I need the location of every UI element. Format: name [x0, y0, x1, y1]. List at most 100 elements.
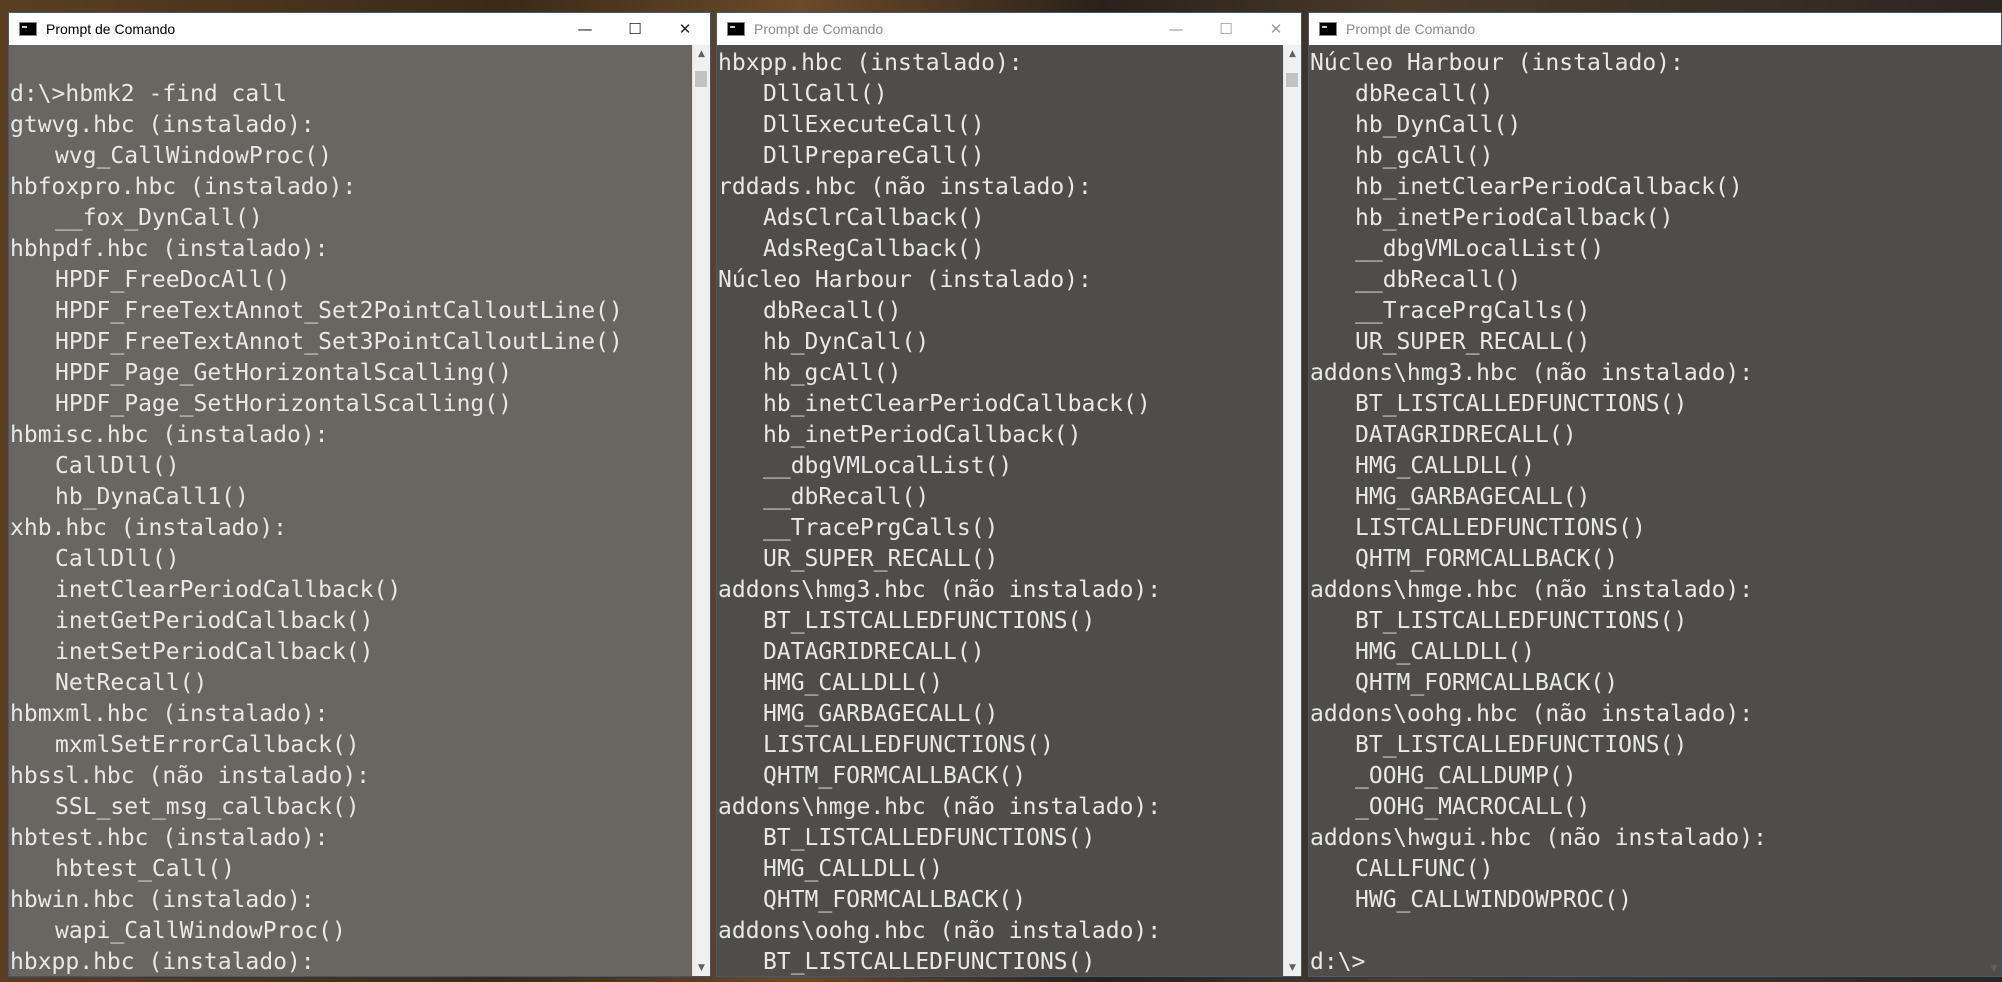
console-entry-function: hb_gcAll()	[1355, 143, 1494, 169]
window-title: Prompt de Comando	[46, 21, 176, 37]
console-entry-function: LISTCALLEDFUNCTIONS()	[1355, 515, 1646, 541]
console-lines: d:\>hbmk2 -find call gtwvg.hbc (instalado…	[9, 45, 693, 976]
console-output[interactable]: hbxpp.hbc (instalado): DllCall() DllExecut…	[717, 45, 1284, 976]
console-entry-header: hbssl.hbc (não instalado):	[10, 763, 371, 789]
scroll-down-arrow-icon[interactable]: ▼	[693, 959, 710, 976]
minimize-button[interactable]: —	[560, 13, 610, 45]
console-entry-header: addons\hwgui.hbc (não instalado):	[1310, 825, 1767, 851]
console-entry-function: HMG_GARBAGECALL()	[1355, 484, 1591, 510]
console-entry-header: hbmxml.hbc (instalado):	[10, 701, 329, 727]
console-entry-header: d:\>	[1310, 949, 1366, 975]
console-entry-function: UR_SUPER_RECALL()	[1355, 329, 1591, 355]
scroll-up-arrow-icon[interactable]: ▲	[1284, 45, 1301, 62]
scrollbar-thumb[interactable]	[695, 71, 707, 87]
console-entry-header: addons\oohg.hbc (não instalado):	[718, 918, 1162, 944]
vertical-scrollbar[interactable]: ▲ ▼	[692, 45, 710, 976]
console-output[interactable]: d:\>hbmk2 -find call gtwvg.hbc (instalado…	[9, 45, 693, 976]
console-entry-function: __dbRecall()	[763, 484, 930, 510]
console-entry-header: d:\>hbmk2 -find call	[10, 81, 287, 107]
console-entry-function: __dbgVMLocalList()	[1355, 236, 1605, 262]
command-prompt-window-2[interactable]: Prompt de Comando — ☐ ✕ hbxpp.hbc (insta…	[716, 12, 1302, 977]
console-entry-function: hb_inetPeriodCallback()	[763, 422, 1082, 448]
console-entry-function: __dbRecall()	[1355, 267, 1522, 293]
scroll-down-arrow-icon[interactable]: ▼	[1987, 962, 2001, 976]
console-app-icon[interactable]	[727, 22, 745, 36]
close-button[interactable]: ✕	[1251, 13, 1301, 45]
console-entry-function: HMG_GARBAGECALL()	[763, 701, 999, 727]
console-entry-function: CallDll()	[55, 453, 180, 479]
console-entry-header: hbxpp.hbc (instalado):	[718, 50, 1023, 76]
minimize-icon: —	[1168, 20, 1184, 38]
console-entry-header: addons\hmg3.hbc (não instalado):	[1310, 360, 1754, 386]
console-output[interactable]: Núcleo Harbour (instalado): dbRecall() hb_…	[1309, 45, 2001, 976]
console-entry-function: HWG_CALLWINDOWPROC()	[1355, 887, 1632, 913]
vertical-scrollbar[interactable]: ▲ ▼	[1283, 45, 1301, 976]
console-entry-header: Núcleo Harbour (instalado):	[1310, 50, 1684, 76]
console-entry-header: addons\hmge.hbc (não instalado):	[718, 794, 1162, 820]
scrollbar-thumb[interactable]	[1286, 73, 1298, 87]
console-entry-function: BT_LISTCALLEDFUNCTIONS()	[763, 825, 1096, 851]
scroll-up-arrow-icon[interactable]: ▲	[693, 45, 710, 62]
console-entry-header: hbtest.hbc (instalado):	[10, 825, 329, 851]
close-icon: ✕	[678, 20, 692, 38]
close-icon: ✕	[1269, 20, 1283, 38]
console-entry-header	[10, 48, 693, 79]
console-entry-function: hb_inetPeriodCallback()	[1355, 205, 1674, 231]
console-entry-function: _OOHG_MACROCALL()	[1355, 794, 1591, 820]
title-bar[interactable]: Prompt de Comando — ☐ ✕	[717, 13, 1301, 45]
console-entry-function: BT_LISTCALLEDFUNCTIONS()	[1355, 608, 1688, 634]
console-entry-function: __TracePrgCalls()	[763, 515, 999, 541]
console-entry-function: HMG_CALLDLL()	[763, 856, 944, 882]
minimize-icon: —	[577, 20, 593, 38]
console-entry-function: DllPrepareCall()	[763, 143, 985, 169]
console-entry-header: hbhpdf.hbc (instalado):	[10, 236, 329, 262]
console-entry-function: _OOHG_CALLDUMP()	[1355, 763, 1577, 789]
title-bar[interactable]: Prompt de Comando	[1309, 13, 2001, 45]
console-entry-function: inetClearPeriodCallback()	[55, 577, 402, 603]
console-entry-function: HMG_CALLDLL()	[1355, 639, 1536, 665]
console-entry-function: CALLFUNC()	[1355, 856, 1494, 882]
console-entry-function: wvg_CallWindowProc()	[55, 143, 332, 169]
console-entry-function: hb_DynCall()	[1355, 112, 1522, 138]
console-entry-function: AdsClrCallback()	[763, 205, 985, 231]
window-title: Prompt de Comando	[754, 21, 884, 37]
maximize-icon: ☐	[1219, 20, 1233, 38]
console-entry-function: DllExecuteCall()	[763, 112, 985, 138]
maximize-button[interactable]: ☐	[610, 13, 660, 45]
console-entry-header	[1310, 916, 2001, 947]
close-button[interactable]: ✕	[660, 13, 710, 45]
command-prompt-window-1[interactable]: Prompt de Comando — ☐ ✕ d:\>hbmk2 -find …	[8, 12, 711, 977]
command-prompt-window-3[interactable]: Prompt de Comando Núcleo Harbour (instal…	[1308, 12, 2002, 977]
console-app-icon[interactable]	[19, 22, 37, 36]
console-entry-function: HPDF_FreeTextAnnot_Set3PointCalloutLine(…	[55, 329, 623, 355]
console-entry-header: rddads.hbc (não instalado):	[718, 174, 1092, 200]
title-bar[interactable]: Prompt de Comando — ☐ ✕	[9, 13, 710, 45]
console-entry-header: addons\oohg.hbc (não instalado):	[1310, 701, 1754, 727]
console-entry-function: __dbgVMLocalList()	[763, 453, 1013, 479]
minimize-button[interactable]: —	[1151, 13, 1201, 45]
console-entry-function: HPDF_FreeDocAll()	[55, 267, 291, 293]
console-entry-function: BT_LISTCALLEDFUNCTIONS()	[1355, 732, 1688, 758]
console-entry-function: HPDF_Page_SetHorizontalScalling()	[55, 391, 512, 417]
console-entry-header: hbfoxpro.hbc (instalado):	[10, 174, 357, 200]
console-entry-function: AdsRegCallback()	[763, 236, 985, 262]
console-entry-header: hbwin.hbc (instalado):	[10, 887, 315, 913]
maximize-icon: ☐	[628, 20, 642, 38]
maximize-button[interactable]: ☐	[1201, 13, 1251, 45]
console-app-icon[interactable]	[1319, 22, 1337, 36]
console-entry-function: hbtest_Call()	[55, 856, 236, 882]
console-entry-function: HMG_CALLDLL()	[1355, 453, 1536, 479]
console-entry-header: gtwvg.hbc (instalado):	[10, 112, 315, 138]
console-entry-function: BT_LISTCALLEDFUNCTIONS()	[763, 949, 1096, 975]
console-entry-function: QHTM_FORMCALLBACK()	[1355, 546, 1619, 572]
scroll-down-arrow-icon[interactable]: ▼	[1284, 959, 1301, 976]
console-entry-function: hb_inetClearPeriodCallback()	[1355, 174, 1743, 200]
console-entry-function: DATAGRIDRECALL()	[1355, 422, 1577, 448]
console-entry-function: hb_DynaCall1()	[55, 484, 249, 510]
console-entry-header: Núcleo Harbour (instalado):	[718, 267, 1092, 293]
console-entry-function: BT_LISTCALLEDFUNCTIONS()	[1355, 391, 1688, 417]
console-entry-function: QHTM_FORMCALLBACK()	[763, 763, 1027, 789]
console-entry-function: hb_gcAll()	[763, 360, 902, 386]
console-entry-header: addons\hmg3.hbc (não instalado):	[718, 577, 1162, 603]
console-entry-function: QHTM_FORMCALLBACK()	[1355, 670, 1619, 696]
